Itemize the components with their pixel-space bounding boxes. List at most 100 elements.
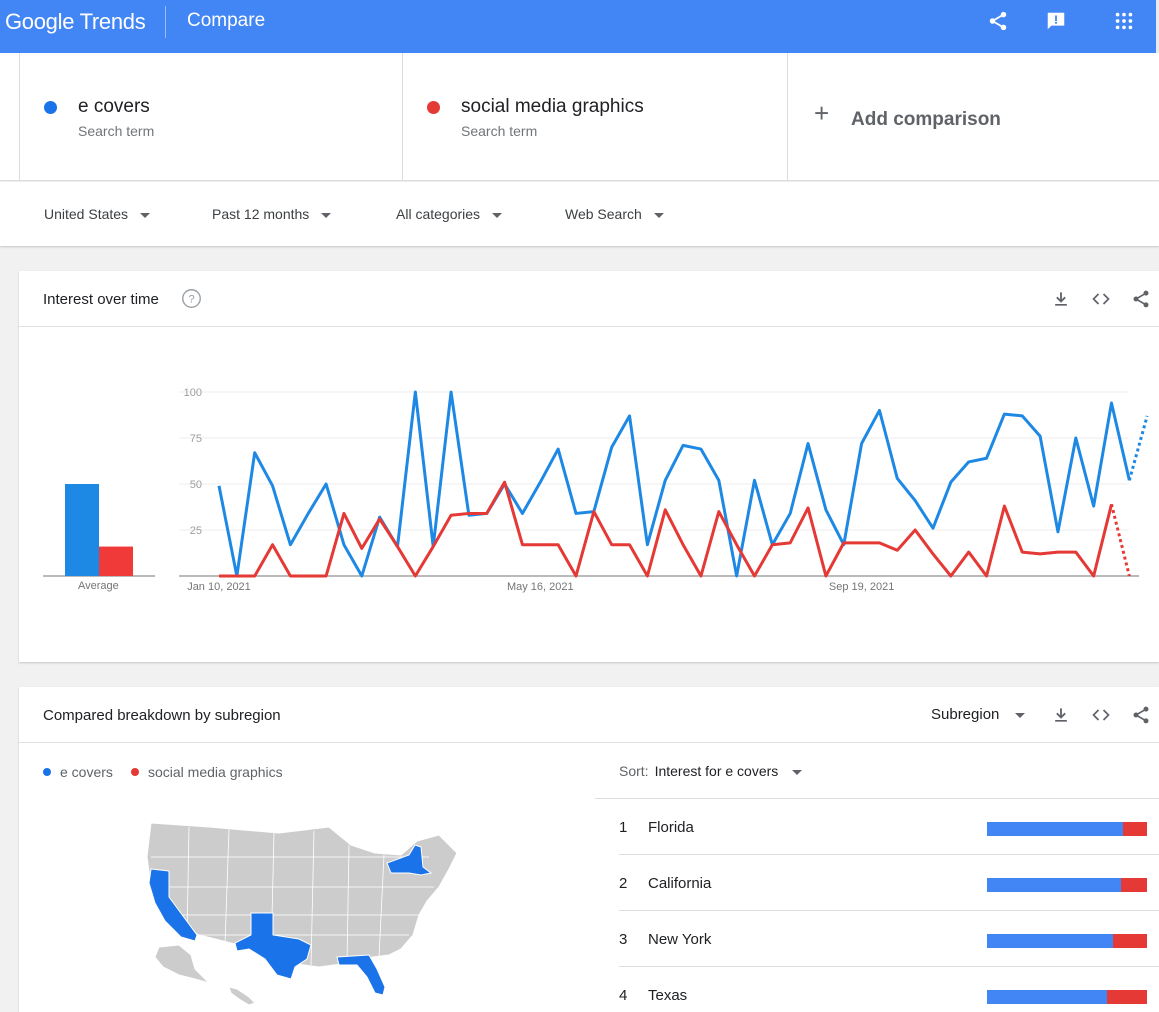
region-row[interactable]: 3 New York [619,911,1159,967]
embed-code-icon[interactable] [1091,289,1111,309]
region-interest-bar [987,990,1147,1004]
legend-label: social media graphics [148,764,283,780]
map-region-florida [336,954,386,996]
y-tick-label: 75 [190,433,202,445]
term-subtitle: Search term [78,123,155,139]
map-region-alaska [154,944,211,985]
share-icon[interactable] [1131,705,1151,725]
legend-item-social-media-graphics: social media graphics [131,764,283,780]
svg-text:?: ? [188,293,194,305]
region-name: California [648,875,712,892]
chevron-down-icon [1015,712,1026,718]
region-interest-bar [987,878,1147,892]
region-filter[interactable]: United States [44,206,151,222]
sort-control[interactable]: Sort: Interest for e covers [619,763,803,779]
google-trends-logo[interactable]: Google Trends [5,9,146,35]
y-tick-label: 100 [184,387,202,399]
average-bar-e-covers [65,484,99,576]
help-circle-icon[interactable]: ? [181,288,202,309]
bar-segment-e-covers [987,934,1114,948]
card-title: Interest over time [43,291,159,308]
average-bar-social-media-graphics [99,546,133,576]
region-name: New York [648,931,712,948]
term-card-e-covers[interactable]: e covers Search term [19,53,402,181]
legend-item-e-covers: e covers [43,764,113,780]
legend-dot [131,768,139,777]
compare-terms-row: e covers Search term social media graphi… [0,53,1159,181]
x-tick-label: Jan 10, 2021 [187,581,251,593]
time-filter[interactable]: Past 12 months [212,206,332,222]
feedback-icon[interactable] [1045,10,1067,32]
category-filter[interactable]: All categories [396,206,503,222]
bar-segment-social-media-graphics [1123,822,1147,836]
chevron-down-icon [321,212,332,218]
filter-bar: United States Past 12 months All categor… [0,182,1159,246]
map-region-hawaii [228,986,256,1006]
bar-segment-e-covers [987,822,1123,836]
download-icon[interactable] [1051,289,1071,309]
card-title: Compared breakdown by subregion [43,707,281,724]
search-type-filter[interactable]: Web Search [565,206,664,222]
add-comparison-label: Add comparison [851,109,1001,130]
apps-grid-icon[interactable] [1113,10,1135,32]
region-rank: 4 [619,987,628,1004]
header-divider [165,6,166,38]
region-rank: 1 [619,819,628,836]
region-name: Texas [648,987,688,1004]
region-name: Florida [648,819,694,836]
card-header: Compared breakdown by subregion Subregio… [19,687,1159,743]
plus-icon: + [814,98,830,128]
subregion-selector-label: Subregion [931,706,1000,723]
x-tick-label: May 16, 2021 [507,581,574,593]
term-subtitle: Search term [461,123,538,139]
bar-segment-social-media-graphics [1113,934,1147,948]
bar-segment-social-media-graphics [1121,878,1147,892]
share-icon[interactable] [1131,289,1151,309]
add-comparison-button[interactable]: + Add comparison [787,53,1159,181]
legend-label: e covers [60,764,113,780]
chevron-down-icon [792,769,803,775]
x-tick-label: Sep 19, 2021 [829,581,894,593]
region-interest-bar [987,822,1147,836]
sort-value: Interest for e covers [654,763,779,779]
embed-code-icon[interactable] [1091,705,1111,725]
average-label: Average [78,580,119,592]
region-rank: 3 [619,931,628,948]
region-row[interactable]: 2 California [619,855,1159,911]
category-filter-label: All categories [396,206,481,222]
sort-label: Sort: [619,763,649,779]
region-interest-bar [987,934,1147,948]
region-filter-label: United States [44,206,129,222]
card-header: Interest over time ? [19,271,1159,327]
y-tick-label: 50 [190,479,202,491]
logo-google: Google [5,9,75,34]
top-app-bar: Google Trends Compare [0,0,1159,53]
subregion-selector[interactable]: Subregion [931,706,1026,723]
region-row[interactable]: 1 Florida [619,799,1159,855]
page-title: Compare [187,10,266,31]
download-icon[interactable] [1051,705,1071,725]
search-type-filter-label: Web Search [565,206,642,222]
time-filter-label: Past 12 months [212,206,310,222]
logo-trends: Trends [79,9,146,34]
bar-segment-e-covers [987,878,1122,892]
region-row[interactable]: 4 Texas [619,967,1159,1012]
term-color-dot [427,101,440,114]
term-card-social-media-graphics[interactable]: social media graphics Search term [402,53,787,181]
share-icon[interactable] [987,10,1009,32]
series-partial-segment-social-media-graphics [1110,503,1131,577]
interest-over-time-card: Interest over time ? 25 50 75 100 Jan 10, 20… [19,271,1159,662]
us-subregion-map[interactable] [139,817,469,1012]
term-name: social media graphics [461,96,644,117]
chevron-down-icon [653,212,664,218]
term-color-dot [44,101,57,114]
y-tick-label: 25 [190,525,202,537]
interest-line-chart: 25 50 75 100 Jan 10, 2021 May 16, 2021 Sep 19,… [43,387,1149,593]
bar-segment-e-covers [987,990,1107,1004]
chevron-down-icon [140,212,151,218]
region-rank: 2 [619,875,628,892]
bar-segment-social-media-graphics [1107,990,1147,1004]
chevron-down-icon [492,212,503,218]
subregion-breakdown-card: Compared breakdown by subregion Subregio… [19,687,1159,1012]
legend-dot [43,768,51,777]
